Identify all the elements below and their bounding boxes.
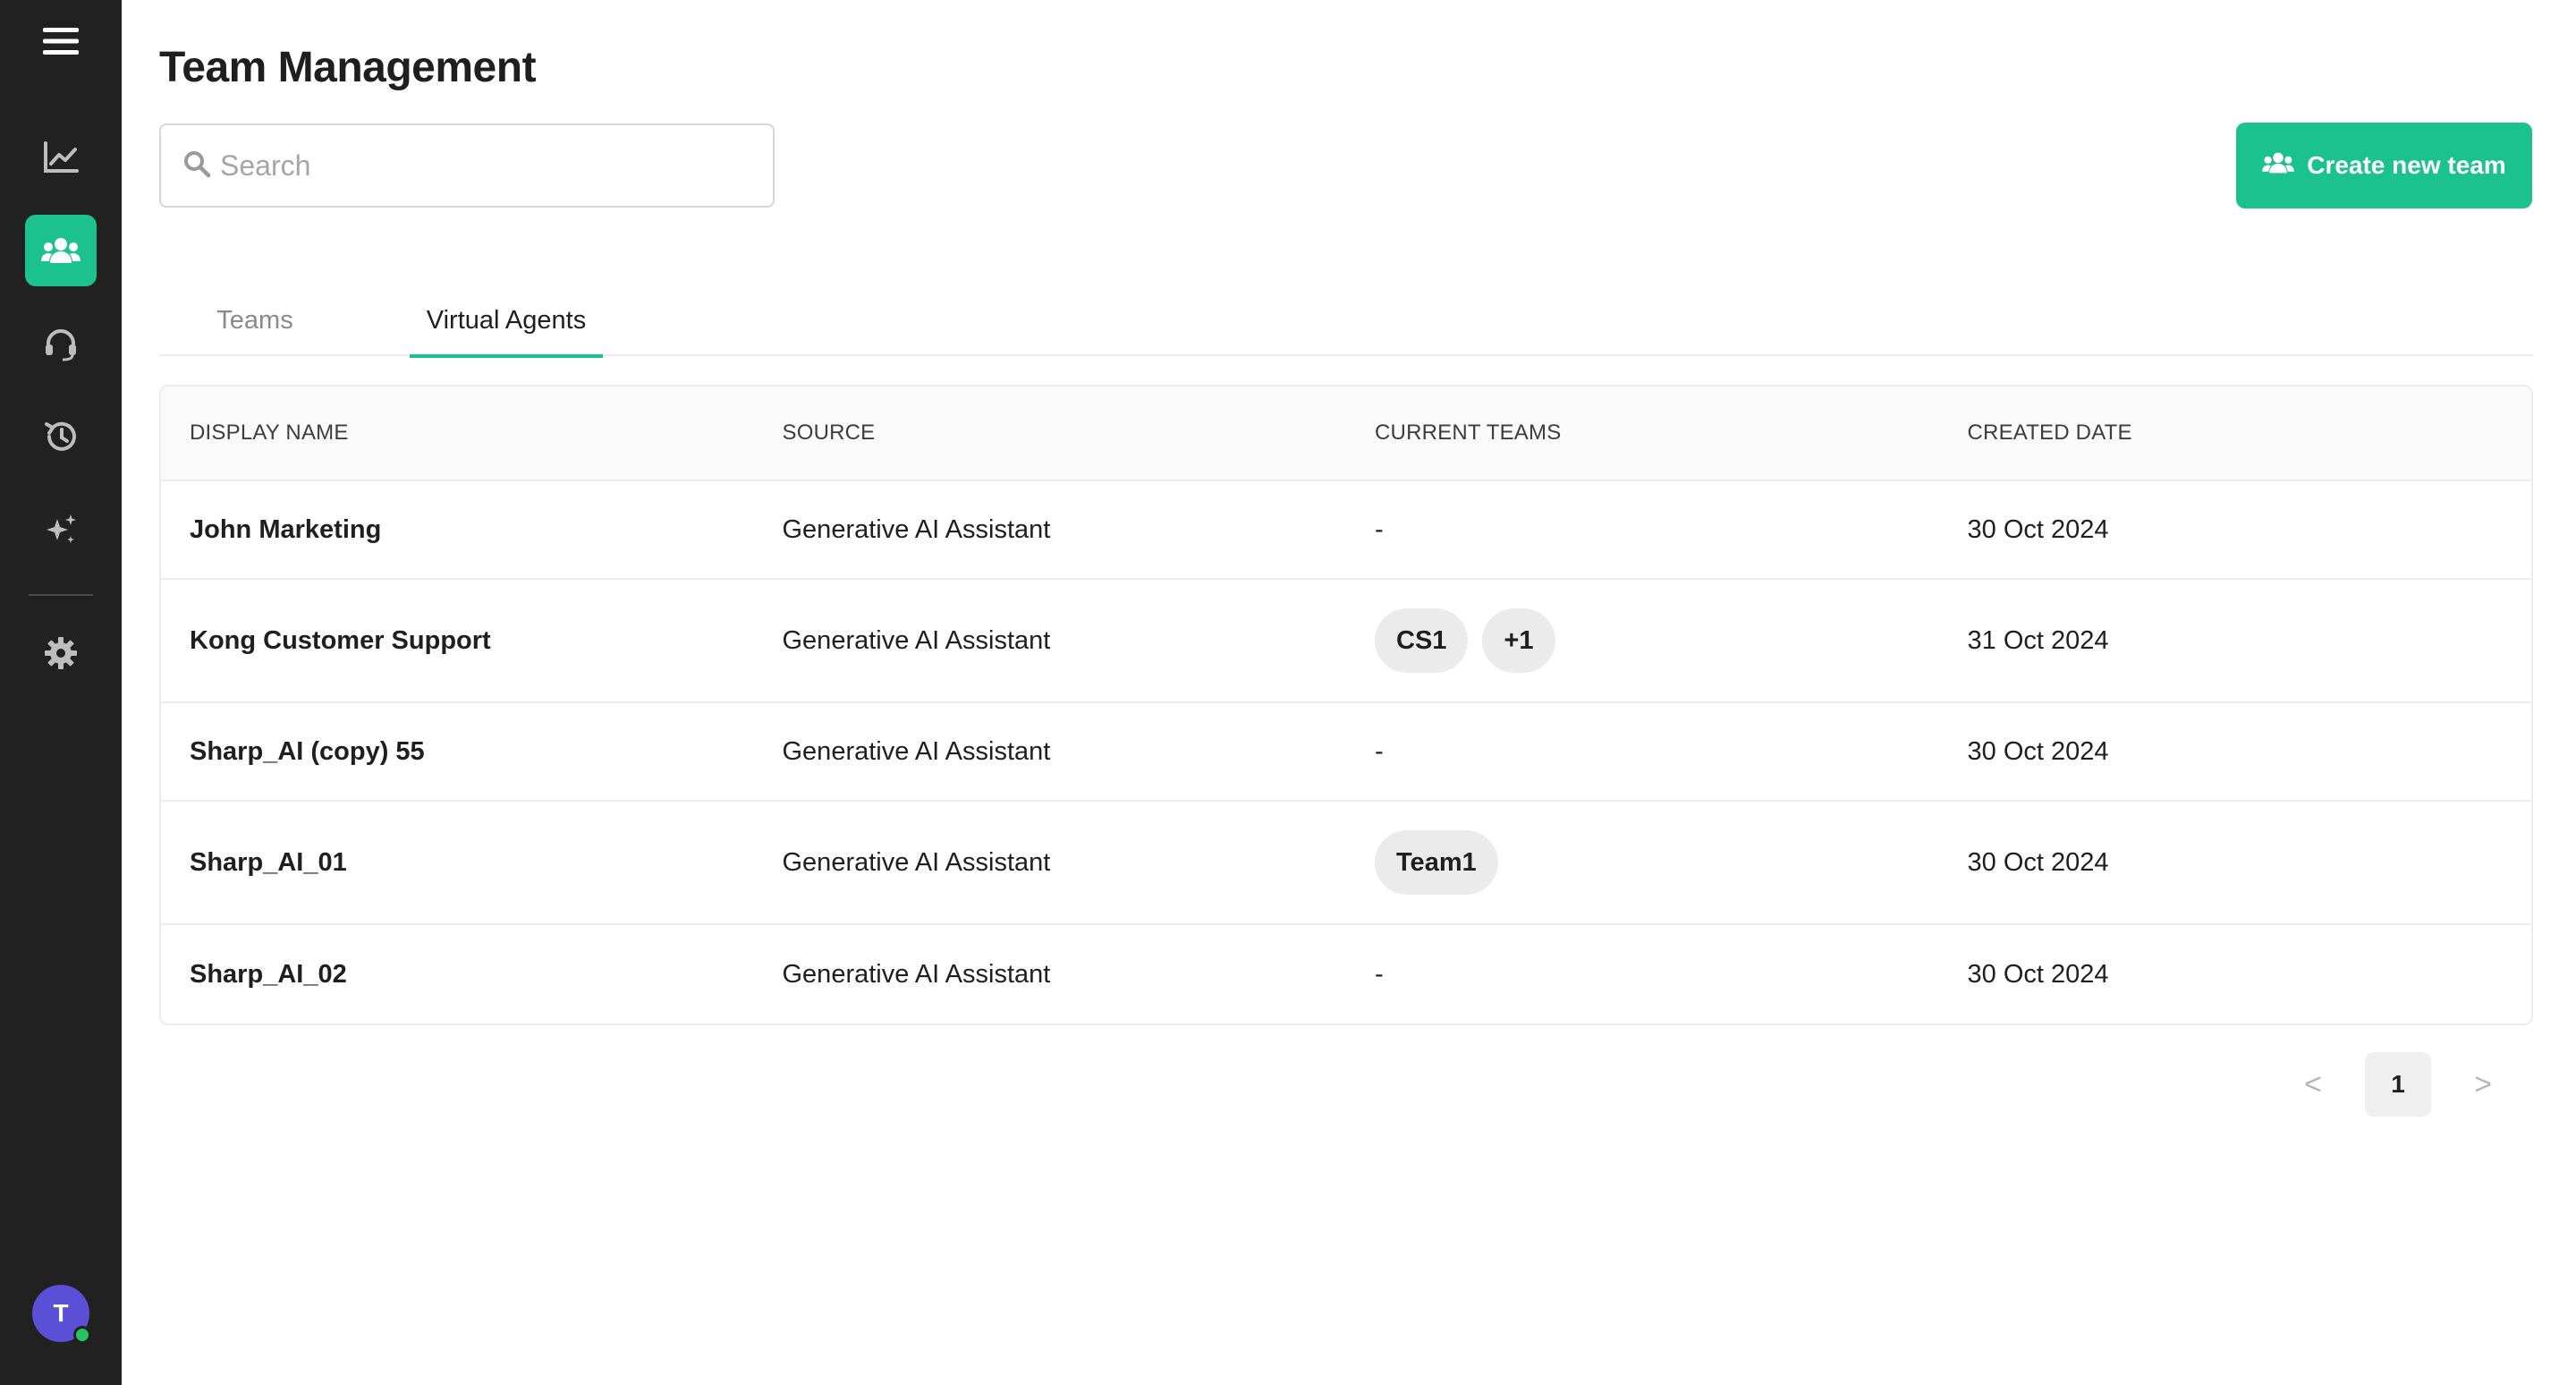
agent-source: Generative AI Assistant <box>782 514 1051 544</box>
table-row[interactable]: Sharp_AI (copy) 55 Generative AI Assista… <box>161 703 2531 802</box>
chart-line-icon <box>43 141 79 174</box>
agent-source: Generative AI Assistant <box>782 625 1051 655</box>
table-row[interactable]: Kong Customer Support Generative AI Assi… <box>161 580 2531 703</box>
created-date: 31 Oct 2024 <box>1967 625 2109 655</box>
created-date: 30 Oct 2024 <box>1967 514 2109 544</box>
avatar[interactable]: T <box>32 1285 91 1344</box>
sidebar-item-settings[interactable] <box>25 617 97 689</box>
sparkles-icon <box>43 512 79 548</box>
tab-virtual-agents[interactable]: Virtual Agents <box>410 285 603 358</box>
main-content: Team Management Create new team Teams Vi… <box>122 0 2576 1385</box>
agent-name[interactable]: Sharp_AI_02 <box>161 960 754 990</box>
users-icon <box>41 236 80 265</box>
created-date: 30 Oct 2024 <box>1967 959 2109 989</box>
column-header-display-name[interactable]: DISPLAY NAME <box>161 421 754 446</box>
headset-icon <box>43 326 79 361</box>
table-row[interactable]: John Marketing Generative AI Assistant -… <box>161 481 2531 580</box>
no-teams-dash: - <box>1375 514 1384 544</box>
no-teams-dash: - <box>1375 736 1384 766</box>
search-box[interactable] <box>159 123 775 208</box>
column-header-source[interactable]: SOURCE <box>754 421 1347 446</box>
pagination: < 1 > <box>2295 1052 2501 1117</box>
column-header-created-date[interactable]: CREATED DATE <box>1939 421 2532 446</box>
prev-page-button[interactable]: < <box>2295 1052 2331 1117</box>
create-new-team-button[interactable]: Create new team <box>2236 123 2532 208</box>
sidebar-item-support[interactable] <box>25 308 97 379</box>
next-page-button[interactable]: > <box>2465 1052 2501 1117</box>
agent-name[interactable]: John Marketing <box>161 515 754 545</box>
team-chip[interactable]: CS1 <box>1375 608 1469 673</box>
column-header-current-teams[interactable]: CURRENT TEAMS <box>1346 421 1939 446</box>
search-icon <box>182 149 211 183</box>
no-teams-dash: - <box>1375 959 1384 989</box>
page-number-button[interactable]: 1 <box>2365 1052 2431 1117</box>
sidebar-item-teams[interactable] <box>25 215 97 286</box>
agent-name[interactable]: Kong Customer Support <box>161 626 754 656</box>
tab-teams[interactable]: Teams <box>159 285 351 356</box>
sidebar-item-ai[interactable] <box>25 494 97 565</box>
agent-source: Generative AI Assistant <box>782 736 1051 766</box>
table-row[interactable]: Sharp_AI_01 Generative AI Assistant Team… <box>161 802 2531 925</box>
agent-source: Generative AI Assistant <box>782 959 1051 989</box>
agent-name[interactable]: Sharp_AI_01 <box>161 848 754 878</box>
hamburger-menu-icon[interactable] <box>36 20 86 63</box>
sidebar-divider <box>29 594 93 596</box>
created-date: 30 Oct 2024 <box>1967 736 2109 766</box>
table-header: DISPLAY NAME SOURCE CURRENT TEAMS CREATE… <box>161 387 2531 481</box>
sidebar-item-analytics[interactable] <box>25 122 97 193</box>
users-icon <box>2262 151 2295 181</box>
history-icon <box>43 419 79 455</box>
create-new-team-label: Create new team <box>2307 151 2506 179</box>
team-chip[interactable]: Team1 <box>1375 830 1498 895</box>
agent-name[interactable]: Sharp_AI (copy) 55 <box>161 737 754 767</box>
search-input[interactable] <box>220 149 721 183</box>
avatar-initial: T <box>53 1299 69 1327</box>
page-title: Team Management <box>159 44 537 91</box>
tab-bar: Teams Virtual Agents <box>159 285 2533 358</box>
more-teams-chip[interactable]: +1 <box>1482 608 1555 673</box>
created-date: 30 Oct 2024 <box>1967 847 2109 877</box>
agent-source: Generative AI Assistant <box>782 847 1051 877</box>
online-status-dot <box>73 1326 91 1344</box>
table-row[interactable]: Sharp_AI_02 Generative AI Assistant - 30… <box>161 925 2531 1024</box>
sidebar-item-history[interactable] <box>25 401 97 472</box>
sidebar: T <box>0 0 122 1385</box>
virtual-agents-table: DISPLAY NAME SOURCE CURRENT TEAMS CREATE… <box>159 385 2533 1025</box>
gear-icon <box>43 635 79 671</box>
